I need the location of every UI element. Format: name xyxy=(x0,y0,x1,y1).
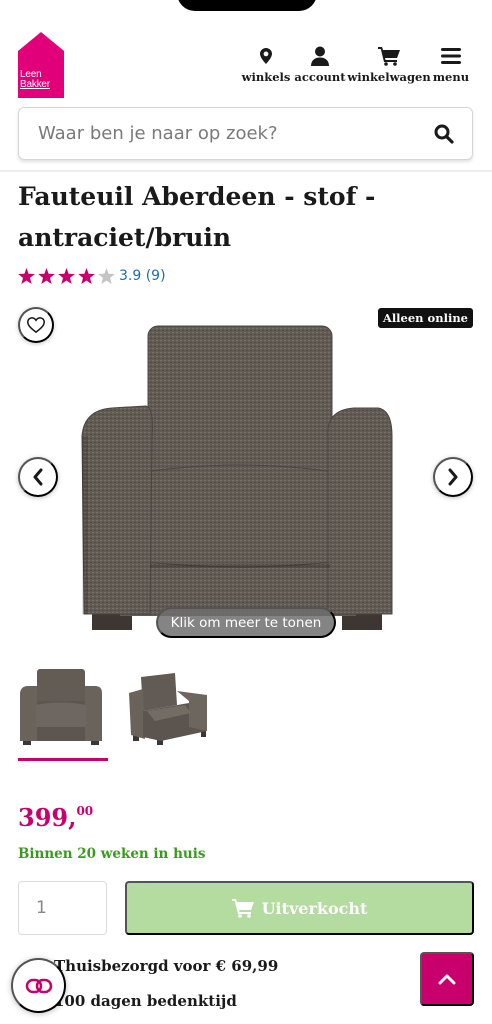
chevron-left-icon xyxy=(33,468,43,486)
site-header: Leen Bakker winkels account winkelwagen … xyxy=(0,0,492,170)
thumbnail-armchair-angle-image xyxy=(129,673,207,745)
star-filled-icon xyxy=(38,268,55,284)
product-image-armchair[interactable] xyxy=(80,324,394,634)
nav-stores-label: winkels xyxy=(241,70,291,84)
nav-cart[interactable]: winkelwagen xyxy=(347,44,431,84)
chat-widget-button[interactable] xyxy=(11,958,66,1013)
product-rating[interactable]: 3.9 (9) xyxy=(18,268,166,284)
cart-icon xyxy=(231,899,254,918)
product-title: Fauteuil Aberdeen - stof - antraciet/bru… xyxy=(18,182,376,252)
nav-cart-label: winkelwagen xyxy=(347,70,431,84)
nav-menu-label: menu xyxy=(432,70,470,84)
usp-delivery-cost: Thuisbezorgd voor € 69,99 xyxy=(54,957,279,975)
quantity-input[interactable]: 1 xyxy=(18,881,107,935)
search-bar[interactable]: Waar ben je naar op zoek? xyxy=(18,107,473,160)
thumbnail-side[interactable] xyxy=(127,665,217,761)
thumbnail-strip xyxy=(18,665,236,761)
search-icon[interactable] xyxy=(416,124,472,144)
add-to-cart-label: Uitverkocht xyxy=(261,898,368,918)
gallery-next-button[interactable] xyxy=(433,457,473,497)
cart-icon xyxy=(378,44,400,68)
user-icon xyxy=(311,44,329,68)
gallery-prev-button[interactable] xyxy=(18,457,58,497)
thumbnail-armchair-front-image xyxy=(20,669,102,745)
wishlist-heart-button[interactable] xyxy=(18,307,54,343)
rating-score-link[interactable]: 3.9 (9) xyxy=(119,268,166,284)
search-input[interactable]: Waar ben je naar op zoek? xyxy=(38,123,416,144)
heart-icon xyxy=(27,317,45,333)
leen-bakker-logo[interactable]: Leen Bakker xyxy=(18,32,64,98)
star-empty-icon xyxy=(98,268,115,284)
star-filled-icon xyxy=(78,268,95,284)
back-to-top-button[interactable] xyxy=(420,952,474,1006)
nav-menu[interactable]: menu xyxy=(432,44,470,84)
hamburger-menu-icon xyxy=(441,44,461,68)
add-to-cart-button[interactable]: Uitverkocht xyxy=(125,881,474,935)
online-only-badge: Alleen online xyxy=(377,308,473,328)
usp-return-period: 100 dagen bedenktijd xyxy=(54,992,237,1010)
product-gallery: Alleen online Klik om meer te tonen xyxy=(0,300,492,650)
product-price: 399,00 xyxy=(18,803,93,832)
logo-text: Leen Bakker xyxy=(20,70,64,90)
star-filled-icon xyxy=(18,268,35,284)
nav-account[interactable]: account xyxy=(294,44,346,84)
price-cents: 00 xyxy=(76,804,94,818)
chat-link-icon xyxy=(25,978,52,993)
price-euros: 399, xyxy=(18,803,77,832)
star-filled-icon xyxy=(58,268,75,284)
delivery-time: Binnen 20 weken in huis xyxy=(18,846,206,862)
location-pin-icon xyxy=(260,44,272,68)
logo-line2: Bakker xyxy=(20,79,50,90)
thumbnail-front[interactable] xyxy=(18,665,108,761)
nav-account-label: account xyxy=(294,70,346,84)
show-more-button[interactable]: Klik om meer te tonen xyxy=(156,607,336,638)
nav-stores[interactable]: winkels xyxy=(242,44,290,84)
chevron-up-icon xyxy=(438,974,456,985)
header-divider xyxy=(0,170,492,172)
chevron-right-icon xyxy=(448,468,458,486)
rating-stars xyxy=(18,268,118,284)
